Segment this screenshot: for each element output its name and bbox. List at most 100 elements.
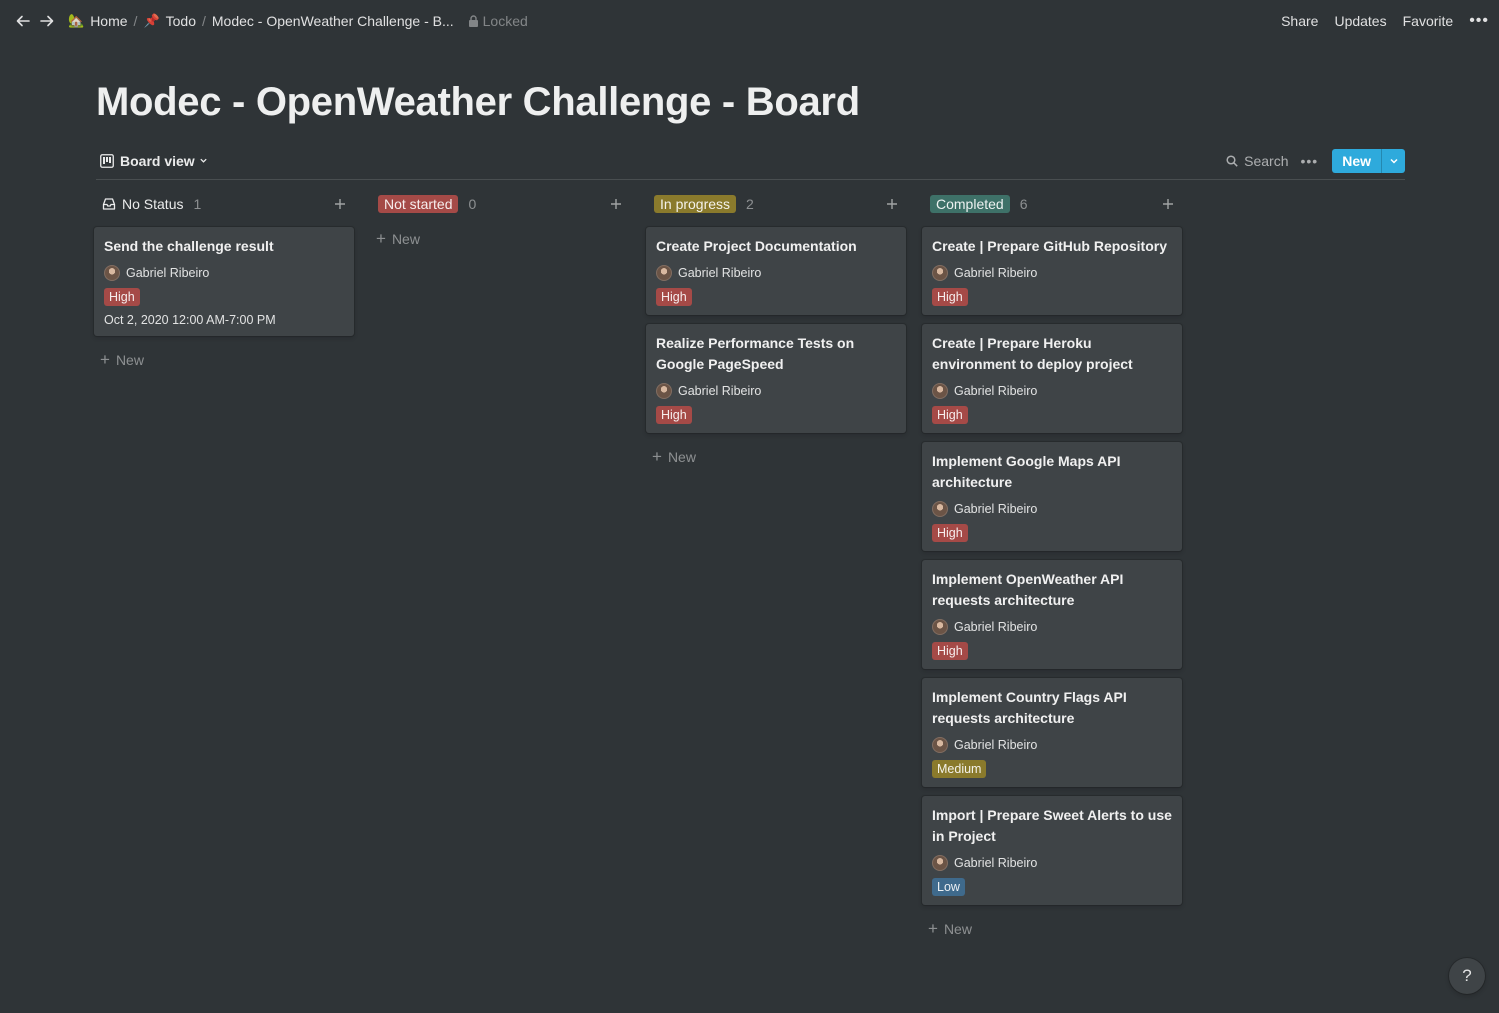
column-cards: Send the challenge result Gabriel Ribeir…	[94, 227, 354, 336]
board-view-icon	[100, 153, 114, 168]
card-assignee: Gabriel Ribeiro	[932, 619, 1172, 635]
board-card[interactable]: Realize Performance Tests on Google Page…	[646, 324, 906, 433]
column-header: Not started 0	[370, 188, 630, 220]
search-button[interactable]: Search	[1226, 153, 1288, 169]
board-column-not-started: Not started 0 + New	[370, 188, 630, 944]
column-cards: Create | Prepare GitHub Repository Gabri…	[922, 227, 1182, 905]
assignee-name: Gabriel Ribeiro	[126, 266, 210, 280]
avatar	[932, 619, 948, 635]
assignee-name: Gabriel Ribeiro	[678, 266, 762, 280]
plus-icon: +	[376, 229, 386, 248]
add-new-card-button[interactable]: + New	[922, 914, 1182, 944]
priority-tag: High	[656, 406, 692, 424]
card-date: Oct 2, 2020 12:00 AM-7:00 PM	[104, 313, 276, 327]
plus-icon	[887, 199, 897, 209]
column-count: 6	[1019, 196, 1028, 212]
favorite-button[interactable]: Favorite	[1395, 13, 1462, 29]
breadcrumb-item-home[interactable]: 🏡 Home	[64, 13, 132, 29]
view-more-button[interactable]: •••	[1300, 153, 1318, 169]
plus-icon	[1163, 199, 1173, 209]
avatar	[656, 265, 672, 281]
add-card-plus-button[interactable]	[882, 194, 902, 214]
breadcrumb-item-todo[interactable]: 📌 Todo	[139, 13, 200, 29]
card-title: Send the challenge result	[104, 238, 274, 254]
assignee-name: Gabriel Ribeiro	[954, 384, 1038, 398]
column-label[interactable]: No Status	[102, 196, 183, 212]
pushpin-icon: 📌	[143, 13, 160, 28]
inbox-icon	[102, 198, 116, 210]
plus-icon	[335, 199, 345, 209]
column-count: 2	[746, 196, 754, 212]
locked-label: Locked	[482, 13, 528, 29]
priority-tag: High	[932, 406, 968, 424]
add-card-plus-button[interactable]	[606, 194, 626, 214]
add-new-card-button[interactable]: + New	[94, 345, 354, 375]
card-assignee: Gabriel Ribeiro	[656, 265, 896, 281]
priority-tag: High	[932, 288, 968, 306]
back-arrow-icon[interactable]	[12, 10, 34, 32]
priority-tag: High	[932, 524, 968, 542]
assignee-name: Gabriel Ribeiro	[678, 384, 762, 398]
board-column-completed: Completed 6 Create | Prepare GitHub Repo…	[922, 188, 1182, 944]
card-title: Implement OpenWeather API requests archi…	[932, 571, 1124, 608]
kanban-board: No Status 1 Send the challenge result Ga…	[94, 188, 1198, 944]
breadcrumb-separator: /	[133, 13, 138, 29]
card-title: Create | Prepare Heroku environment to d…	[932, 335, 1133, 372]
board-card[interactable]: Import | Prepare Sweet Alerts to use in …	[922, 796, 1182, 905]
avatar	[932, 501, 948, 517]
board-card[interactable]: Create | Prepare Heroku environment to d…	[922, 324, 1182, 433]
card-assignee: Gabriel Ribeiro	[932, 383, 1172, 399]
board-card[interactable]: Create | Prepare GitHub Repository Gabri…	[922, 227, 1182, 315]
add-card-plus-button[interactable]	[1158, 194, 1178, 214]
column-label[interactable]: Completed	[930, 195, 1010, 213]
updates-button[interactable]: Updates	[1326, 13, 1394, 29]
column-label[interactable]: In progress	[654, 195, 737, 213]
page-title[interactable]: Modec - OpenWeather Challenge - Board	[96, 80, 860, 125]
view-toolbar: Board view Search ••• New	[96, 142, 1405, 180]
plus-icon: +	[100, 350, 110, 369]
chevron-down-icon	[200, 158, 207, 163]
assignee-name: Gabriel Ribeiro	[954, 738, 1038, 752]
view-switcher[interactable]: Board view	[96, 153, 208, 169]
assignee-name: Gabriel Ribeiro	[954, 502, 1038, 516]
add-new-card-button[interactable]: + New	[646, 442, 906, 472]
top-actions: Share Updates Favorite •••	[1273, 12, 1489, 30]
house-icon: 🏡	[68, 13, 85, 28]
column-header: No Status 1	[94, 188, 354, 220]
priority-tag: Low	[932, 878, 965, 896]
search-label: Search	[1244, 152, 1289, 169]
add-new-label: New	[943, 921, 972, 937]
view-label: Board view	[120, 152, 195, 169]
assignee-name: Gabriel Ribeiro	[954, 620, 1038, 634]
lock-icon	[468, 15, 478, 27]
board-card[interactable]: Implement Country Flags API requests arc…	[922, 678, 1182, 787]
share-button[interactable]: Share	[1273, 13, 1326, 29]
breadcrumb-label: Todo	[165, 13, 196, 29]
board-card[interactable]: Send the challenge result Gabriel Ribeir…	[94, 227, 354, 336]
more-options-button[interactable]: •••	[1461, 12, 1489, 30]
add-new-label: New	[667, 449, 696, 465]
card-assignee: Gabriel Ribeiro	[932, 265, 1172, 281]
priority-tag: High	[932, 642, 968, 660]
column-label[interactable]: Not started	[378, 195, 459, 213]
view-tools: Search ••• New	[1226, 148, 1405, 173]
locked-indicator[interactable]: Locked	[468, 13, 528, 29]
new-dropdown-button[interactable]	[1381, 148, 1405, 173]
breadcrumb-item-current-page[interactable]: Modec - OpenWeather Challenge - B...	[208, 13, 458, 29]
card-title: Implement Country Flags API requests arc…	[932, 689, 1127, 726]
add-new-card-button[interactable]: + New	[370, 224, 630, 254]
card-assignee: Gabriel Ribeiro	[656, 383, 896, 399]
column-header: Completed 6	[922, 188, 1182, 220]
add-card-plus-button[interactable]	[330, 194, 350, 214]
priority-tag: High	[656, 288, 692, 306]
avatar	[656, 383, 672, 399]
card-assignee: Gabriel Ribeiro	[104, 265, 344, 281]
help-button[interactable]: ?	[1449, 958, 1485, 994]
board-card[interactable]: Implement OpenWeather API requests archi…	[922, 560, 1182, 669]
new-button[interactable]: New	[1332, 148, 1381, 173]
column-count: 0	[468, 196, 477, 212]
board-card[interactable]: Implement Google Maps API architecture G…	[922, 442, 1182, 551]
forward-arrow-icon[interactable]	[36, 10, 58, 32]
breadcrumb-label: Modec - OpenWeather Challenge - B...	[211, 13, 454, 29]
board-card[interactable]: Create Project Documentation Gabriel Rib…	[646, 227, 906, 315]
